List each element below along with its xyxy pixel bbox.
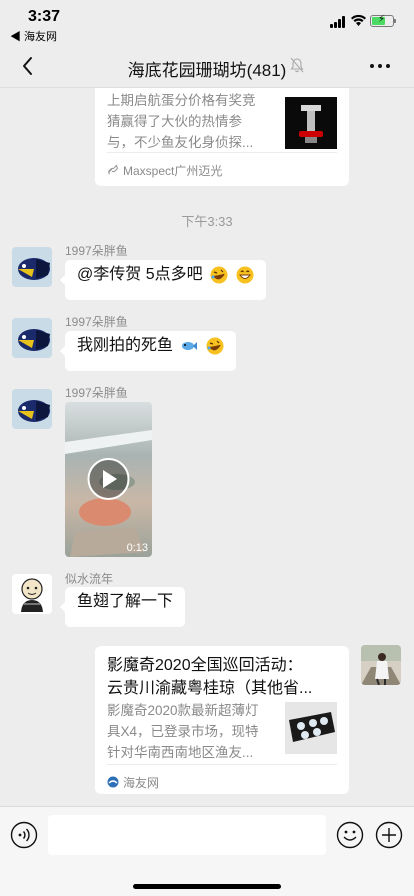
article-card-yingmoqi[interactable]: 影魔奇2020全国巡回活动： 云贵川渝藏粤桂琼（其他省... 影魔奇2020款最… <box>95 646 349 794</box>
status-time: 3:37 <box>28 8 61 25</box>
avatar[interactable] <box>12 318 52 358</box>
sender-name: 1997朵胖鱼 <box>65 244 128 258</box>
my-avatar[interactable] <box>361 645 401 685</box>
status-bar: 3:37 ◀ 海友网 ⚡ <box>0 0 414 44</box>
voice-icon[interactable] <box>10 821 38 849</box>
article-card-maxspect[interactable]: 上期启航蛋分价格有奖竞 猜赢得了大伙的热情参 与，不少鱼友化身侦探... Max… <box>95 88 349 186</box>
chat-header: 海底花园珊瑚坊(481) <box>0 44 414 88</box>
input-bar <box>0 806 414 896</box>
grin-emoji <box>236 266 253 284</box>
rofl-emoji <box>206 337 224 355</box>
bell-off-icon <box>290 57 304 73</box>
sender-name: 1997朵胖鱼 <box>65 386 128 400</box>
emoji-icon[interactable] <box>336 821 364 849</box>
message-bubble[interactable]: 我刚拍的死鱼 <box>60 331 236 371</box>
plus-icon[interactable] <box>375 821 403 849</box>
message-bubble[interactable]: @李传贺 5点多吧 <box>60 260 266 300</box>
chat-title: 海底花园珊瑚坊(481) <box>127 61 287 80</box>
home-indicator[interactable] <box>133 884 281 889</box>
battery-icon: ⚡ <box>370 14 396 27</box>
message-text: @李传贺 5点多吧 <box>77 266 203 283</box>
article-source: Maxspect广州迈光 <box>123 164 223 178</box>
site-logo-icon <box>107 776 119 788</box>
message-text: 我刚拍的死鱼 <box>77 337 174 354</box>
article-description: 影魔奇2020款最新超薄灯 具X4，已登录市场，现特 针对华南西南地区渔友... <box>107 703 259 760</box>
miniprogram-link-icon <box>108 164 118 175</box>
article-title: 影魔奇2020全国巡回活动： 云贵川渝藏粤桂琼（其他省... <box>107 657 313 697</box>
video-message[interactable]: 0:13 <box>65 402 152 557</box>
message-bubble[interactable]: 鱼翅了解一下 <box>59 587 186 627</box>
article-thumbnail <box>285 97 337 149</box>
avatar[interactable] <box>12 389 52 429</box>
avatar[interactable] <box>12 247 52 287</box>
message-text: 鱼翅了解一下 <box>77 593 174 610</box>
message-input[interactable] <box>48 815 326 855</box>
article-thumbnail <box>285 702 337 754</box>
rofl-emoji <box>210 266 228 284</box>
message-timestamp: 下午3:33 <box>181 214 233 229</box>
avatar[interactable] <box>12 574 52 614</box>
sender-name: 似水流年 <box>65 572 114 586</box>
back-to-app-link[interactable]: ◀ 海友网 <box>10 28 57 44</box>
video-duration: 0:13 <box>126 542 148 554</box>
message-list[interactable]: 上期启航蛋分价格有奖竞 猜赢得了大伙的热情参 与，不少鱼友化身侦探... Max… <box>0 88 414 806</box>
article-description: 上期启航蛋分价格有奖竞 猜赢得了大伙的热情参 与，不少鱼友化身侦探... <box>107 93 256 150</box>
video-thumbnail <box>65 402 152 557</box>
fish-emoji <box>182 341 198 350</box>
cellular-signal-icon <box>330 16 346 28</box>
sender-name: 1997朵胖鱼 <box>65 315 128 329</box>
wifi-icon <box>351 14 366 26</box>
more-icon[interactable] <box>370 64 392 70</box>
article-source: 海友网 <box>123 776 160 790</box>
